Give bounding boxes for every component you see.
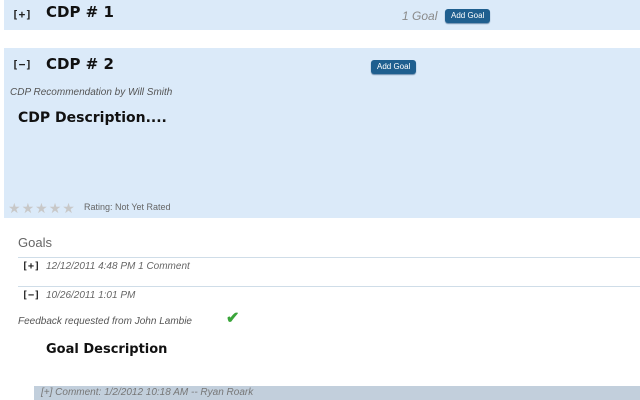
goal2-description: Goal Description: [46, 342, 168, 357]
divider: [18, 286, 640, 287]
star-icon[interactable]: ★: [49, 201, 62, 215]
rating-stars[interactable]: ★ ★ ★ ★ ★: [8, 201, 75, 215]
rating-label: Rating: Not Yet Rated: [84, 202, 171, 212]
goal2-collapse-toggle[interactable]: [−]: [22, 290, 40, 301]
cdp2-recommendation: CDP Recommendation by Will Smith: [10, 87, 173, 98]
cdp1-title: CDP # 1: [46, 3, 114, 21]
goals-header: Goals: [18, 235, 52, 250]
cdp2-add-goal-button[interactable]: Add Goal: [371, 60, 417, 74]
divider: [18, 257, 640, 258]
goal2-meta: 10/26/2011 1:01 PM: [46, 290, 136, 301]
goals-section: Goals [+] 12/12/2011 4:48 PM 1 Comment […: [4, 222, 640, 400]
cdp2-collapse-toggle[interactable]: [−]: [12, 58, 32, 71]
cdp-panel-2: [−] CDP # 2 Add Goal CDP Recommendation …: [4, 48, 640, 218]
cdp2-description: CDP Description....: [18, 110, 167, 126]
cdp-panel-1: [+] CDP # 1 1 Goal Add Goal: [4, 0, 640, 30]
star-icon[interactable]: ★: [8, 201, 21, 215]
cdp1-goal-count: 1 Goal: [402, 9, 438, 23]
goal1-expand-toggle[interactable]: [+]: [22, 261, 40, 272]
star-icon[interactable]: ★: [35, 201, 48, 215]
cdp1-expand-toggle[interactable]: [+]: [12, 8, 32, 21]
cdp1-add-goal-button[interactable]: Add Goal: [445, 9, 491, 23]
comment-bar[interactable]: [+] Comment: 1/2/2012 10:18 AM -- Ryan R…: [34, 386, 640, 400]
goal1-meta: 12/12/2011 4:48 PM 1 Comment: [46, 261, 190, 272]
star-icon[interactable]: ★: [22, 201, 35, 215]
check-icon: ✔: [226, 310, 240, 327]
star-icon[interactable]: ★: [62, 201, 75, 215]
cdp2-title: CDP # 2: [46, 55, 114, 73]
comment-summary: [+] Comment: 1/2/2012 10:18 AM -- Ryan R…: [41, 387, 254, 398]
goal2-feedback: Feedback requested from John Lambie: [18, 316, 192, 327]
